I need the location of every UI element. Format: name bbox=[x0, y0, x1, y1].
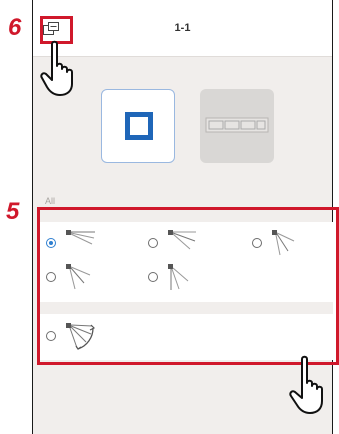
pointing-hand-icon bbox=[40, 40, 73, 96]
highlight-box-step-5 bbox=[37, 207, 339, 365]
single-unit-tile[interactable] bbox=[101, 89, 175, 163]
step-number-6: 6 bbox=[8, 14, 22, 41]
linear-unit-icon bbox=[205, 117, 269, 133]
section-label-all: All bbox=[45, 196, 56, 206]
page-title: 1-1 bbox=[174, 22, 191, 34]
pointing-hand-icon bbox=[289, 355, 323, 414]
step-number-5: 5 bbox=[6, 198, 20, 225]
multi-unit-tile[interactable] bbox=[200, 89, 274, 163]
square-unit-icon bbox=[125, 112, 153, 140]
